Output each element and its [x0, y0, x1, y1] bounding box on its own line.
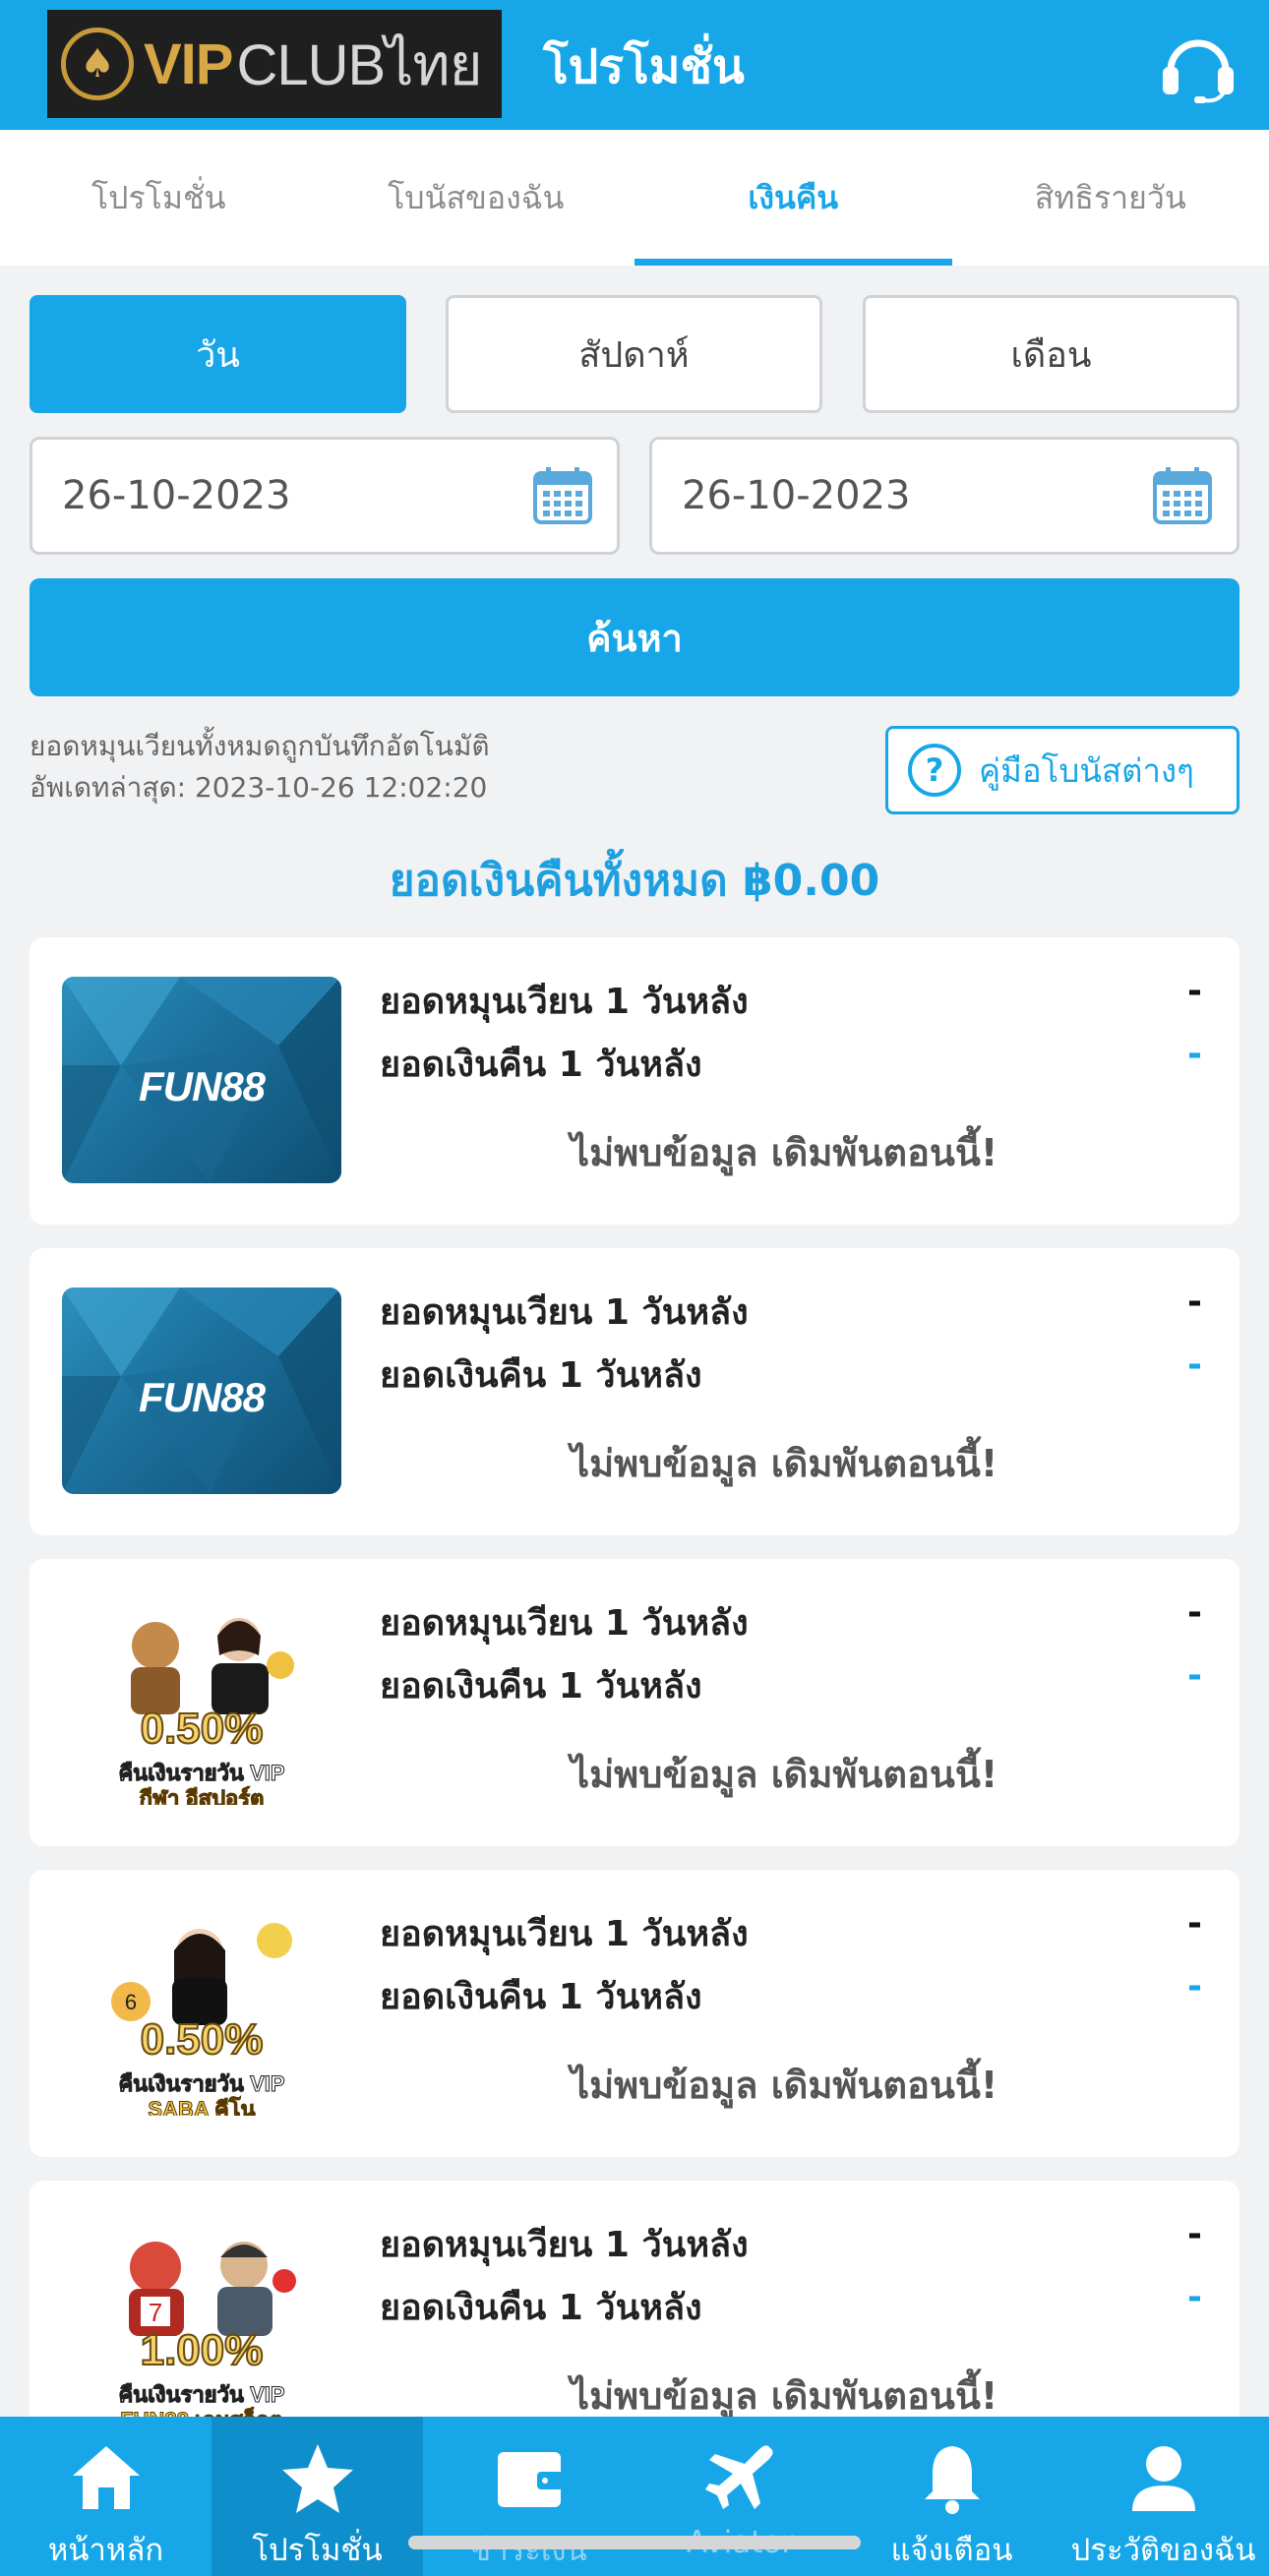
headset-icon[interactable]	[1159, 30, 1238, 104]
slot-characters-illustration-icon: 7	[129, 2242, 296, 2336]
turnover-label: ยอดหมุนเวียน 1 วันหลัง	[380, 1292, 749, 1333]
calendar-icon[interactable]	[1152, 465, 1213, 526]
cashback-label: ยอดเงินคืน 1 วันหลัง	[380, 1045, 702, 1085]
cashback-value: -	[1187, 1655, 1202, 1696]
nav-notifications[interactable]: แจ้งเตือน	[846, 2417, 1058, 2576]
fun88-thumbnail[interactable]: FUN88	[62, 977, 341, 1183]
fun88-thumbnail[interactable]: FUN88	[62, 1288, 341, 1494]
promo-percentage: 1.00%	[140, 2325, 265, 2375]
promotion-tabs: โปรโมชั่น โบนัสของฉัน เงินคืน สิทธิรายวั…	[0, 130, 1269, 266]
tab-cashback[interactable]: เงินคืน	[634, 130, 952, 266]
nav-label: แจ้งเตือน	[890, 2533, 1013, 2568]
spade-logo-icon: ♠	[61, 28, 134, 100]
cashback-value: -	[1187, 1966, 1202, 2007]
period-day-button[interactable]: วัน	[30, 295, 406, 413]
nav-label: ชำระเงิน	[470, 2533, 587, 2568]
star-icon	[281, 2444, 353, 2513]
turnover-value: -	[1187, 1592, 1202, 1633]
user-icon	[1131, 2446, 1195, 2511]
nav-label: ประวัติของฉัน	[1070, 2533, 1256, 2568]
cashback-card: FUN88 ยอดหมุนเวียน 1 วันหลัง - ยอดเงินคื…	[30, 937, 1239, 1225]
fun88-brand-text: FUN88	[138, 1374, 266, 1420]
cashback-value: -	[1187, 1345, 1202, 1385]
logo-club-text: CLUBไทย	[236, 32, 483, 97]
saba-keno-promo-thumbnail[interactable]: 6 0.50% คืนเงินรายวัน VIP SABA คีโน	[62, 1909, 341, 2116]
question-icon: ?	[908, 744, 961, 797]
nav-aviator[interactable]: Aviator	[634, 2417, 846, 2576]
tab-label: สิทธิรายวัน	[1034, 178, 1186, 216]
athletes-illustration-icon	[131, 1618, 294, 1714]
airplane-icon	[704, 2445, 773, 2509]
nav-home[interactable]: หน้าหลัก	[0, 2417, 212, 2576]
date-from-value: 26-10-2023	[62, 473, 291, 518]
turnover-value: -	[1187, 2214, 1202, 2254]
turnover-value: -	[1187, 1903, 1202, 1944]
tab-my-bonus[interactable]: โบนัสของฉัน	[318, 130, 635, 266]
cashback-label: ยอดเงินคืน 1 วันหลัง	[380, 1666, 702, 1707]
nav-label: หน้าหลัก	[47, 2533, 164, 2568]
date-to-field[interactable]: 26-10-2023	[649, 437, 1239, 555]
cashback-card: FUN88 ยอดหมุนเวียน 1 วันหลัง - ยอดเงินคื…	[30, 1248, 1239, 1535]
tab-promotions[interactable]: โปรโมชั่น	[0, 130, 318, 266]
fun88-brand-text: FUN88	[138, 1063, 266, 1109]
period-month-button[interactable]: เดือน	[863, 295, 1239, 413]
bell-icon	[924, 2446, 980, 2514]
tab-label: เงินคืน	[748, 178, 839, 216]
period-week-button[interactable]: สัปดาห์	[446, 295, 822, 413]
info-auto-record-text: ยอดหมุนเวียนทั้งหมดถูกบันทึกอัตโนมัติ	[30, 730, 490, 762]
no-data-message[interactable]: ไม่พบข้อมูล เดิมพันตอนนี้!	[571, 1122, 997, 1182]
date-from-field[interactable]: 26-10-2023	[30, 437, 620, 555]
logo-vip-text: VIP	[144, 31, 233, 96]
svg-text:6: 6	[125, 1990, 137, 2014]
bottom-navigation: หน้าหลัก โปรโมชั่น ชำระเงิน Aviator	[0, 2417, 1269, 2576]
svg-text:7: 7	[149, 2298, 162, 2327]
nav-payment[interactable]: ชำระเงิน	[423, 2417, 634, 2576]
slot-games-promo-thumbnail[interactable]: 7 1.00% คืนเงินรายวัน VIP FUN88 เกมสล็อต	[62, 2220, 341, 2426]
keno-illustration-icon: 6	[111, 1923, 292, 2025]
sports-esports-promo-thumbnail[interactable]: 0.50% คืนเงินรายวัน VIP กีฬา อีสปอร์ต	[62, 1598, 341, 1805]
nav-label: โปรโมชั่น	[252, 2533, 383, 2568]
cashback-value: -	[1187, 1034, 1202, 1074]
no-data-message[interactable]: ไม่พบข้อมูล เดิมพันตอนนี้!	[571, 2055, 997, 2115]
promo-subtitle: SABA คีโน	[148, 2097, 256, 2117]
nav-my-history[interactable]: ประวัติของฉัน	[1058, 2417, 1269, 2576]
turnover-label: ยอดหมุนเวียน 1 วันหลัง	[380, 982, 749, 1022]
vipclub-logo[interactable]: ♠ VIP CLUBไทย	[47, 10, 502, 118]
tab-label: โปรโมชั่น	[91, 178, 226, 216]
calendar-icon[interactable]	[532, 465, 593, 526]
home-indicator[interactable]	[408, 2536, 861, 2549]
app-header: ♠ VIP CLUBไทย โปรโมชั่น	[0, 0, 1269, 130]
total-cashback: ยอดเงินคืนทั้งหมด ฿0.00	[389, 856, 880, 906]
tab-daily-rights[interactable]: สิทธิรายวัน	[952, 130, 1269, 266]
cashback-card: 6 0.50% คืนเงินรายวัน VIP SABA คีโน ยอดห…	[30, 1870, 1239, 2157]
guide-label: คู่มือโบนัสต่างๆ	[979, 750, 1194, 790]
turnover-info: ยอดหมุนเวียนทั้งหมดถูกบันทึกอัตโนมัติ อั…	[30, 726, 490, 809]
date-to-value: 26-10-2023	[682, 473, 911, 518]
no-data-message[interactable]: ไม่พบข้อมูล เดิมพันตอนนี้!	[571, 1744, 997, 1804]
cashback-label: ยอดเงินคืน 1 วันหลัง	[380, 1355, 702, 1396]
no-data-message[interactable]: ไม่พบข้อมูล เดิมพันตอนนี้!	[571, 1433, 997, 1493]
turnover-label: ยอดหมุนเวียน 1 วันหลัง	[380, 2225, 749, 2265]
page-title: โปรโมชั่น	[543, 39, 745, 94]
turnover-value: -	[1187, 971, 1202, 1011]
promo-percentage: 0.50%	[140, 2014, 265, 2065]
promo-subtitle: กีฬา อีสปอร์ต	[139, 1786, 265, 1806]
nav-promotions[interactable]: โปรโมชั่น	[212, 2417, 423, 2576]
promo-percentage: 0.50%	[140, 1704, 265, 1754]
turnover-label: ยอดหมุนเวียน 1 วันหลัง	[380, 1603, 749, 1644]
home-icon	[72, 2446, 140, 2509]
cashback-value: -	[1187, 2277, 1202, 2317]
cashback-label: ยอดเงินคืน 1 วันหลัง	[380, 2288, 702, 2328]
cashback-label: ยอดเงินคืน 1 วันหลัง	[380, 1977, 702, 2017]
cashback-card: 0.50% คืนเงินรายวัน VIP กีฬา อีสปอร์ต ยอ…	[30, 1559, 1239, 1846]
turnover-value: -	[1187, 1282, 1202, 1322]
turnover-label: ยอดหมุนเวียน 1 วันหลัง	[380, 1914, 749, 1954]
search-button[interactable]: ค้นหา	[30, 578, 1239, 696]
last-update-text: อัพเดทล่าสุด: 2023-10-26 12:02:20	[30, 771, 488, 804]
wallet-icon	[497, 2452, 563, 2507]
tab-label: โบนัสของฉัน	[388, 178, 565, 216]
bonus-guide-button[interactable]: ? คู่มือโบนัสต่างๆ	[885, 726, 1239, 814]
promotion-cashback-page: ♠ VIP CLUBไทย โปรโมชั่น โปรโมชั่น โบนัสข…	[0, 0, 1269, 2576]
